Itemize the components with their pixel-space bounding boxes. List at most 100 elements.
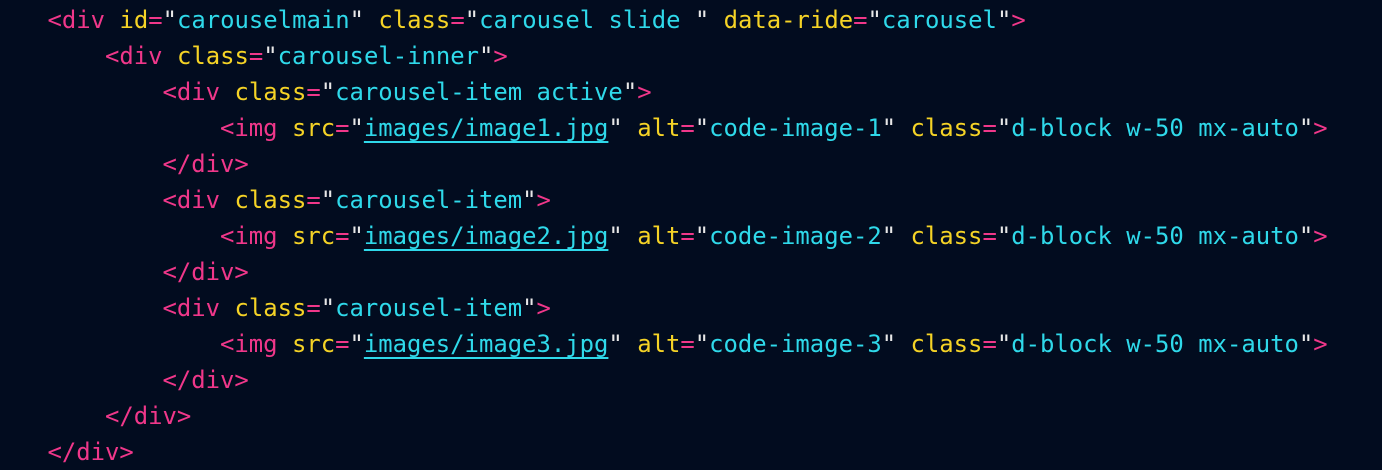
quote-token: " — [1298, 330, 1314, 358]
quote-token: " — [320, 294, 336, 322]
tag-token: </div> — [162, 150, 249, 178]
operator-token: = — [450, 6, 465, 34]
string-token: d-block w-50 mx-auto — [1011, 330, 1299, 358]
attribute-token: class — [234, 78, 307, 106]
quote-token: " — [996, 114, 1012, 142]
tag-token: <div — [162, 294, 221, 322]
attribute-token: class — [910, 114, 983, 142]
tag-token: > — [1313, 330, 1328, 358]
attribute-token: class — [234, 294, 307, 322]
string-token: carousel-item — [335, 186, 523, 214]
quote-token: " — [464, 6, 480, 34]
string-token: d-block w-50 mx-auto — [1011, 222, 1299, 250]
quote-token: " — [694, 114, 710, 142]
attribute-token: src — [291, 114, 336, 142]
quote-token: " — [320, 186, 336, 214]
attribute-token: src — [291, 222, 336, 250]
quote-token: " — [881, 222, 897, 250]
quote-token: " — [881, 330, 897, 358]
quote-token: " — [608, 114, 623, 142]
code-line: <div id="carouselmain" class="carousel s… — [48, 2, 1026, 38]
attribute-token: class — [176, 42, 249, 70]
code-line: </div> — [105, 398, 191, 434]
link-token[interactable]: images/image3.jpg — [364, 330, 609, 358]
tag-token: <div — [105, 42, 163, 70]
operator-token: = — [680, 222, 695, 250]
attribute-token: src — [291, 330, 336, 358]
quote-token: " — [479, 42, 494, 70]
code-line: <div class="carousel-item"> — [163, 182, 551, 218]
attribute-token: alt — [637, 222, 681, 250]
operator-token: = — [306, 294, 321, 322]
quote-token: " — [622, 78, 638, 106]
quote-token: " — [263, 42, 278, 70]
operator-token: = — [335, 222, 350, 250]
quote-token: " — [349, 222, 364, 250]
attribute-token: alt — [637, 114, 681, 142]
quote-token: " — [608, 330, 623, 358]
operator-token: = — [306, 78, 321, 106]
operator-token: = — [306, 186, 321, 214]
quote-token: " — [996, 222, 1012, 250]
operator-token: = — [680, 330, 695, 358]
operator-token: = — [335, 114, 350, 142]
attribute-token: class — [910, 222, 983, 250]
string-token: carouselmain — [177, 6, 350, 34]
link-token[interactable]: images/image1.jpg — [364, 114, 609, 142]
code-line: </div> — [163, 254, 249, 290]
quote-token: " — [694, 222, 710, 250]
link-token[interactable]: images/image2.jpg — [364, 222, 609, 250]
tag-token: </div> — [162, 366, 249, 394]
code-line: </div> — [48, 434, 134, 470]
operator-token: = — [248, 42, 264, 70]
operator-token: = — [680, 114, 695, 142]
quote-token: " — [996, 330, 1012, 358]
operator-token: = — [982, 114, 997, 142]
operator-token: = — [335, 330, 350, 358]
string-token: d-block w-50 mx-auto — [1011, 114, 1299, 142]
attribute-token: class — [910, 330, 983, 358]
operator-token: = — [982, 222, 997, 250]
code-line: </div> — [163, 362, 249, 398]
quote-token: " — [1298, 222, 1314, 250]
code-line: <img src="images/image2.jpg" alt="code-i… — [220, 218, 1328, 254]
code-line: <div class="carousel-item"> — [163, 290, 551, 326]
code-line: <div class="carousel-item active"> — [163, 74, 652, 110]
tag-token: <img — [220, 222, 278, 250]
string-token: carousel-item — [335, 294, 523, 322]
quote-token: " — [349, 114, 364, 142]
code-line: <img src="images/image1.jpg" alt="code-i… — [220, 110, 1328, 146]
quote-token: " — [522, 294, 537, 322]
code-editor[interactable]: <div id="carouselmain" class="carousel s… — [0, 0, 1382, 470]
tag-token: <img — [220, 114, 278, 142]
tag-token: > — [1313, 222, 1328, 250]
tag-token: <div — [162, 78, 221, 106]
quote-token: " — [320, 78, 336, 106]
quote-token: " — [867, 6, 882, 34]
tag-token: <div — [162, 186, 221, 214]
quote-token: " — [996, 6, 1012, 34]
quote-token: " — [162, 6, 177, 34]
code-line: <div class="carousel-inner"> — [105, 38, 508, 74]
operator-token: = — [982, 330, 997, 358]
tag-token: </div> — [162, 258, 249, 286]
attribute-token: class — [378, 6, 451, 34]
attribute-token: class — [234, 186, 307, 214]
quote-token: " — [349, 330, 364, 358]
tag-token: </div> — [105, 402, 192, 430]
string-token: carousel-item active — [335, 78, 623, 106]
